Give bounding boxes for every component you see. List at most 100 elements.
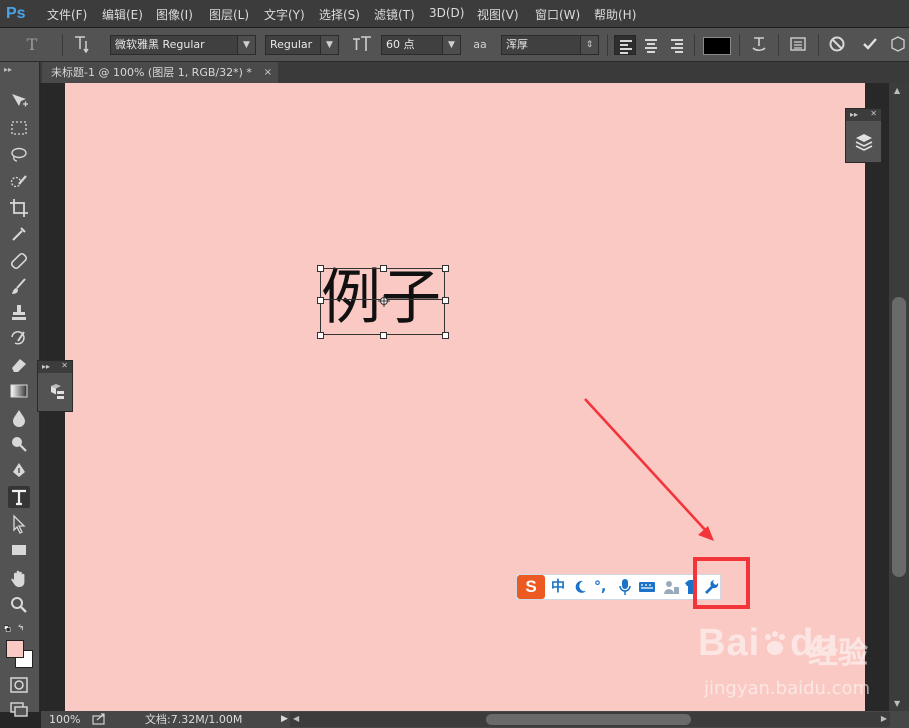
chevron-down-icon: ▼ [320, 36, 338, 54]
type-tool-icon[interactable] [8, 486, 30, 508]
separator [818, 34, 819, 56]
menu-3d[interactable]: 3D(D) [429, 6, 464, 20]
separator [607, 34, 608, 56]
3d-text-icon[interactable] [888, 35, 908, 55]
transform-handle[interactable] [442, 297, 449, 304]
panel-header: ▸▸ ✕ [846, 109, 881, 121]
chevron-updown-icon: ⇕ [580, 36, 598, 54]
watermark-url: jingyan.baidu.com [704, 678, 871, 699]
transform-handle[interactable] [317, 265, 324, 272]
status-menu-icon[interactable]: ▶ [281, 711, 288, 728]
transform-handle[interactable] [442, 332, 449, 339]
transform-handle[interactable] [380, 265, 387, 272]
crop-tool-icon[interactable] [8, 197, 30, 219]
swap-colors-icon[interactable] [3, 618, 37, 632]
options-bar: T 微软雅黑 Regular ▼ Regular ▼ 60 点 ▼ aa 浑厚 … [0, 28, 909, 62]
menu-layer[interactable]: 图层(L) [209, 6, 249, 23]
gradient-tool-icon[interactable] [8, 380, 30, 402]
hand-tool-icon[interactable] [8, 568, 30, 590]
scrollbar-thumb[interactable] [486, 714, 691, 725]
font-family-select[interactable]: 微软雅黑 Regular ▼ [110, 35, 256, 55]
font-style-select[interactable]: Regular ▼ [265, 35, 339, 55]
menu-filter[interactable]: 滤镜(T) [374, 6, 415, 23]
scroll-up-icon[interactable]: ▲ [894, 86, 900, 95]
baidu-jingyan-watermark: Bai du 经验 jingyan.baidu.com [698, 622, 871, 712]
layers-icon[interactable] [854, 131, 874, 153]
annotation-arrow [584, 398, 714, 541]
transform-handle[interactable] [442, 265, 449, 272]
reference-point-icon [378, 295, 390, 307]
type-tool-preset-icon[interactable]: T [20, 35, 44, 55]
clone-stamp-tool-icon[interactable] [8, 302, 30, 324]
eyedropper-tool-icon[interactable] [8, 223, 30, 245]
scroll-down-icon[interactable]: ▼ [894, 699, 900, 708]
transform-handle[interactable] [317, 297, 324, 304]
document-tab[interactable]: 未标题-1 @ 100% (图层 1, RGB/32*) * × [42, 62, 278, 83]
menu-help[interactable]: 帮助(H) [594, 6, 636, 23]
menu-view[interactable]: 视图(V) [477, 6, 519, 23]
document-tab-title: 未标题-1 @ 100% (图层 1, RGB/32*) * [51, 66, 252, 79]
align-center-button[interactable] [640, 35, 662, 55]
ime-keyboard-icon[interactable] [638, 578, 656, 596]
eraser-tool-icon[interactable] [8, 354, 30, 376]
document-info: 文档:7.32M/1.00M [145, 713, 243, 726]
quick-selection-tool-icon[interactable] [8, 171, 30, 193]
blur-tool-icon[interactable] [8, 407, 30, 429]
menu-edit[interactable]: 编辑(E) [102, 6, 143, 23]
lasso-tool-icon[interactable] [8, 144, 30, 166]
marquee-tool-icon[interactable] [8, 117, 30, 139]
pen-tool-icon[interactable] [8, 460, 30, 482]
ime-halfwidth-icon[interactable] [572, 578, 588, 596]
scroll-right-icon[interactable]: ▶ [881, 714, 887, 723]
brush-tool-icon[interactable] [8, 276, 30, 298]
properties-icon[interactable] [46, 383, 66, 403]
separator [778, 34, 779, 56]
menu-select[interactable]: 选择(S) [319, 6, 360, 23]
align-right-button[interactable] [666, 35, 688, 55]
close-icon: ✕ [61, 361, 68, 370]
history-brush-tool-icon[interactable] [8, 328, 30, 350]
sogou-logo-icon[interactable]: S [517, 575, 545, 599]
ime-user-icon[interactable] [662, 578, 680, 596]
align-left-button[interactable] [614, 35, 636, 55]
cancel-edit-icon[interactable] [826, 35, 848, 55]
close-icon[interactable]: × [264, 62, 272, 83]
menu-type[interactable]: 文字(Y) [264, 6, 305, 23]
quick-mask-icon[interactable] [8, 674, 30, 696]
character-panel-icon[interactable] [787, 35, 809, 55]
scrollbar-thumb[interactable] [892, 297, 906, 577]
healing-brush-tool-icon[interactable] [8, 250, 30, 272]
scroll-left-icon[interactable]: ◀ [293, 714, 299, 723]
export-icon[interactable] [91, 711, 107, 728]
screen-mode-icon[interactable] [8, 698, 30, 720]
zoom-level[interactable]: 100% [49, 711, 80, 728]
menu-file[interactable]: 文件(F) [47, 6, 87, 23]
font-size-select[interactable]: 60 点 ▼ [381, 35, 461, 55]
path-selection-tool-icon[interactable] [8, 513, 30, 535]
dodge-tool-icon[interactable] [8, 433, 30, 455]
separator [62, 34, 63, 56]
warp-text-icon[interactable] [748, 35, 770, 55]
menu-bar: Ps 文件(F) 编辑(E) 图像(I) 图层(L) 文字(Y) 选择(S) 滤… [0, 0, 909, 28]
ime-punctuation-toggle[interactable]: °, [594, 578, 606, 596]
transform-handle[interactable] [380, 332, 387, 339]
separator [694, 34, 695, 56]
menu-window[interactable]: 窗口(W) [535, 6, 580, 23]
text-orientation-icon[interactable] [70, 35, 94, 55]
rectangle-tool-icon[interactable] [8, 539, 30, 561]
text-color-swatch[interactable] [703, 37, 731, 55]
vertical-scrollbar[interactable]: ▲ ▼ [889, 83, 909, 711]
ime-mode-toggle[interactable]: 中 [551, 578, 565, 596]
menu-image[interactable]: 图像(I) [156, 6, 193, 23]
horizontal-scrollbar[interactable]: ◀ ▶ [290, 712, 890, 727]
ime-voice-icon[interactable] [618, 578, 632, 596]
zoom-tool-icon[interactable] [8, 594, 30, 616]
antialias-select[interactable]: 浑厚 ⇕ [501, 35, 599, 55]
color-swatches-icon[interactable] [4, 638, 36, 670]
move-tool-icon[interactable] [8, 90, 30, 112]
transform-handle[interactable] [317, 332, 324, 339]
panel-grip-icon[interactable]: ▸▸ [4, 65, 12, 74]
font-style-value: Regular [270, 38, 313, 51]
commit-edit-icon[interactable] [859, 35, 881, 55]
document-canvas[interactable] [65, 83, 865, 711]
